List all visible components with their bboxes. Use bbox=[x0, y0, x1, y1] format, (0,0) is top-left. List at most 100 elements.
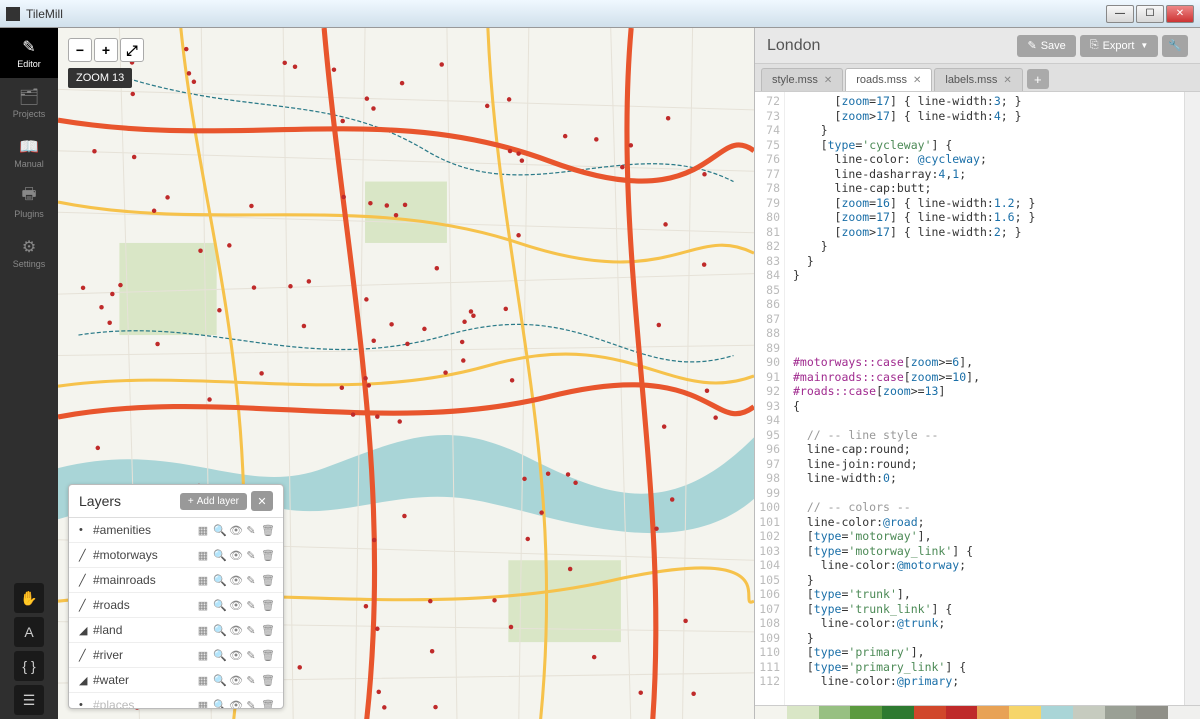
layer-name: #river bbox=[93, 648, 197, 662]
delete-icon[interactable]: 🗑 bbox=[261, 599, 273, 612]
layer-row[interactable]: ◢ #land ▦ 🔍 👁 ✎ 🗑 bbox=[69, 618, 283, 643]
sidebar-item-manual[interactable]: 📖Manual bbox=[0, 128, 58, 178]
geometry-icon: ◢ bbox=[79, 624, 93, 637]
visibility-icon[interactable]: 👁 bbox=[229, 549, 241, 562]
data-icon[interactable]: ▦ bbox=[197, 574, 209, 587]
geometry-icon: ╱ bbox=[79, 649, 93, 662]
minimize-button[interactable]: — bbox=[1106, 5, 1134, 23]
zoom-in-button[interactable]: + bbox=[94, 38, 118, 62]
color-swatch[interactable] bbox=[819, 706, 851, 719]
color-swatch[interactable] bbox=[1105, 706, 1137, 719]
map-panel[interactable]: − + ⤢ ZOOM 13 Layers +Add layer ✕ • #ame… bbox=[58, 28, 754, 719]
tab-close-icon[interactable]: ✕ bbox=[913, 75, 921, 86]
zoom-icon[interactable]: 🔍 bbox=[213, 599, 225, 612]
settings-button[interactable]: 🔧 bbox=[1162, 35, 1188, 57]
geometry-icon: ╱ bbox=[79, 549, 93, 562]
visibility-icon[interactable]: 👁 bbox=[229, 599, 241, 612]
zoom-out-button[interactable]: − bbox=[68, 38, 92, 62]
tab-style-mss[interactable]: style.mss✕ bbox=[761, 68, 843, 91]
color-swatch[interactable] bbox=[977, 706, 1009, 719]
layer-row[interactable]: ╱ #roads ▦ 🔍 👁 ✎ 🗑 bbox=[69, 593, 283, 618]
edit-icon[interactable]: ✎ bbox=[245, 699, 257, 709]
visibility-icon[interactable]: 👁 bbox=[229, 574, 241, 587]
edit-icon[interactable]: ✎ bbox=[245, 599, 257, 612]
sidebar-item-projects[interactable]: 🗂Projects bbox=[0, 78, 58, 128]
sidebar-item-plugins[interactable]: 🖶Plugins bbox=[0, 178, 58, 228]
text-tool[interactable]: A bbox=[14, 617, 44, 647]
color-swatch[interactable] bbox=[755, 706, 787, 719]
export-button[interactable]: ⎘Export▼ bbox=[1080, 35, 1159, 57]
visibility-icon[interactable]: 👁 bbox=[229, 624, 241, 637]
edit-icon[interactable]: ✎ bbox=[245, 574, 257, 587]
color-swatch[interactable] bbox=[1168, 706, 1200, 719]
data-icon[interactable]: ▦ bbox=[197, 624, 209, 637]
delete-icon[interactable]: 🗑 bbox=[261, 624, 273, 637]
color-swatch[interactable] bbox=[850, 706, 882, 719]
tab-roads-mss[interactable]: roads.mss✕ bbox=[845, 68, 932, 91]
delete-icon[interactable]: 🗑 bbox=[261, 549, 273, 562]
hand-tool[interactable]: ✋ bbox=[14, 583, 44, 613]
layers-close-button[interactable]: ✕ bbox=[251, 491, 273, 511]
delete-icon[interactable]: 🗑 bbox=[261, 699, 273, 709]
layers-tool[interactable]: ☰ bbox=[14, 685, 44, 715]
edit-icon[interactable]: ✎ bbox=[245, 549, 257, 562]
delete-icon[interactable]: 🗑 bbox=[261, 524, 273, 537]
data-icon[interactable]: ▦ bbox=[197, 699, 209, 709]
zoom-icon[interactable]: 🔍 bbox=[213, 674, 225, 687]
delete-icon[interactable]: 🗑 bbox=[261, 574, 273, 587]
tab-close-icon[interactable]: ✕ bbox=[824, 75, 832, 86]
visibility-icon[interactable]: 👁 bbox=[229, 524, 241, 537]
save-button[interactable]: ✎Save bbox=[1017, 35, 1075, 57]
layer-row[interactable]: ╱ #river ▦ 🔍 👁 ✎ 🗑 bbox=[69, 643, 283, 668]
sidebar-item-settings[interactable]: ⚙Settings bbox=[0, 228, 58, 278]
zoom-icon[interactable]: 🔍 bbox=[213, 549, 225, 562]
color-swatch[interactable] bbox=[1009, 706, 1041, 719]
fullscreen-button[interactable]: ⤢ bbox=[120, 38, 144, 62]
zoom-icon[interactable]: 🔍 bbox=[213, 699, 225, 709]
tab-labels-mss[interactable]: labels.mss✕ bbox=[934, 68, 1022, 91]
data-icon[interactable]: ▦ bbox=[197, 549, 209, 562]
color-swatch[interactable] bbox=[787, 706, 819, 719]
edit-icon[interactable]: ✎ bbox=[245, 674, 257, 687]
edit-icon[interactable]: ✎ bbox=[245, 524, 257, 537]
code-editor[interactable]: [zoom=17] { line-width:3; } [zoom>17] { … bbox=[785, 92, 1184, 705]
edit-icon[interactable]: ✎ bbox=[245, 624, 257, 637]
layer-row[interactable]: ╱ #motorways ▦ 🔍 👁 ✎ 🗑 bbox=[69, 543, 283, 568]
visibility-icon[interactable]: 👁 bbox=[229, 674, 241, 687]
app-icon bbox=[6, 7, 20, 21]
color-swatch[interactable] bbox=[914, 706, 946, 719]
data-icon[interactable]: ▦ bbox=[197, 649, 209, 662]
color-swatch[interactable] bbox=[1073, 706, 1105, 719]
layer-row[interactable]: • #places ▦ 🔍 👁 ✎ 🗑 bbox=[69, 693, 283, 708]
layer-name: #places bbox=[93, 698, 197, 708]
close-button[interactable]: ✕ bbox=[1166, 5, 1194, 23]
color-swatch[interactable] bbox=[882, 706, 914, 719]
scrollbar[interactable] bbox=[1184, 92, 1200, 705]
delete-icon[interactable]: 🗑 bbox=[261, 674, 273, 687]
color-swatch[interactable] bbox=[946, 706, 978, 719]
zoom-icon[interactable]: 🔍 bbox=[213, 624, 225, 637]
layer-row[interactable]: ╱ #mainroads ▦ 🔍 👁 ✎ 🗑 bbox=[69, 568, 283, 593]
visibility-icon[interactable]: 👁 bbox=[229, 649, 241, 662]
color-swatch[interactable] bbox=[1136, 706, 1168, 719]
code-panel: London ✎Save ⎘Export▼ 🔧 style.mss✕roads.… bbox=[754, 28, 1200, 719]
add-layer-button[interactable]: +Add layer bbox=[180, 493, 247, 510]
visibility-icon[interactable]: 👁 bbox=[229, 699, 241, 709]
data-icon[interactable]: ▦ bbox=[197, 599, 209, 612]
delete-icon[interactable]: 🗑 bbox=[261, 649, 273, 662]
data-icon[interactable]: ▦ bbox=[197, 524, 209, 537]
bracket-tool[interactable]: { } bbox=[14, 651, 44, 681]
add-tab-button[interactable]: + bbox=[1027, 69, 1049, 89]
maximize-button[interactable]: ☐ bbox=[1136, 5, 1164, 23]
zoom-icon[interactable]: 🔍 bbox=[213, 649, 225, 662]
geometry-icon: ╱ bbox=[79, 574, 93, 587]
edit-icon[interactable]: ✎ bbox=[245, 649, 257, 662]
tab-close-icon[interactable]: ✕ bbox=[1003, 75, 1011, 86]
data-icon[interactable]: ▦ bbox=[197, 674, 209, 687]
color-swatch[interactable] bbox=[1041, 706, 1073, 719]
sidebar-item-editor[interactable]: ✎Editor bbox=[0, 28, 58, 78]
layer-row[interactable]: • #amenities ▦ 🔍 👁 ✎ 🗑 bbox=[69, 518, 283, 543]
layer-row[interactable]: ◢ #water ▦ 🔍 👁 ✎ 🗑 bbox=[69, 668, 283, 693]
zoom-icon[interactable]: 🔍 bbox=[213, 574, 225, 587]
zoom-icon[interactable]: 🔍 bbox=[213, 524, 225, 537]
